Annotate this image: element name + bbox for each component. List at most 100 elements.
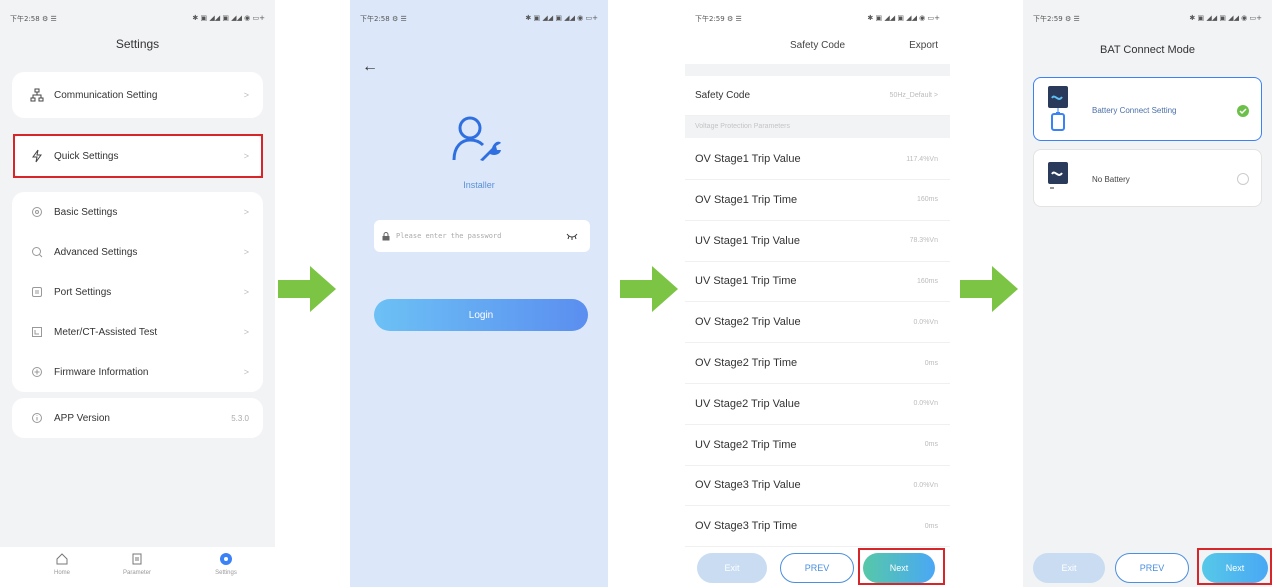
status-bar: 下午2:59 ⚙ ☰ ✱ ▣ ◢◢ ▣ ◢◢ ◉ ▭+	[695, 14, 940, 24]
highlight-box	[13, 134, 263, 178]
basic-settings-item[interactable]: Basic Settings >	[12, 192, 263, 232]
chevron-right-icon: >	[243, 207, 249, 217]
safety-code-value: 50Hz_Default >	[889, 92, 938, 99]
safety-code-screen: 下午2:59 ⚙ ☰ ✱ ▣ ◢◢ ▣ ◢◢ ◉ ▭+ Safety Code …	[685, 0, 950, 587]
gear-icon	[30, 205, 44, 219]
page-title: Settings	[115, 37, 160, 51]
no-battery-option[interactable]: No Battery	[1033, 149, 1262, 207]
chevron-right-icon: >	[243, 367, 249, 377]
parameter-row[interactable]: UV Stage2 Trip Value 0.0%Vn	[685, 384, 950, 425]
parameter-label: OV Stage3 Trip Time	[695, 520, 798, 533]
firmware-information-label: Firmware Information	[54, 366, 149, 378]
tab-parameter[interactable]: Parameter	[107, 551, 167, 576]
advanced-settings-label: Advanced Settings	[54, 246, 138, 258]
exit-button[interactable]: Exit	[1033, 553, 1105, 583]
status-time: 下午2:59 ⚙ ☰	[1033, 15, 1080, 23]
settings-active-icon	[220, 553, 232, 565]
flow-arrow-icon	[278, 266, 336, 312]
network-icon	[30, 88, 44, 102]
communication-setting-label: Communication Setting	[54, 89, 158, 101]
parameter-row[interactable]: UV Stage1 Trip Value 78.3%Vn	[685, 221, 950, 262]
safety-code-label: Safety Code	[695, 90, 751, 101]
chevron-right-icon: >	[243, 247, 249, 257]
parameter-row[interactable]: OV Stage3 Trip Value 0.0%Vn	[685, 465, 950, 507]
tab-settings[interactable]: Settings	[196, 551, 256, 576]
parameter-row[interactable]: OV Stage3 Trip Time 0ms	[685, 506, 950, 548]
parameter-row[interactable]: UV Stage2 Trip Time 0ms	[685, 425, 950, 466]
password-field[interactable]: Please enter the password	[374, 220, 590, 252]
parameter-label: UV Stage1 Trip Value	[695, 234, 800, 247]
home-icon	[56, 553, 68, 565]
section-title: Voltage Protection Parameters	[695, 123, 790, 130]
parameter-row[interactable]: OV Stage1 Trip Value 117.4%Vn	[685, 139, 950, 180]
parameter-value: 117.4%Vn	[906, 155, 938, 163]
exit-button[interactable]: Exit	[697, 553, 767, 583]
port-settings-label: Port Settings	[54, 286, 112, 298]
export-button[interactable]: Export	[909, 40, 938, 51]
login-button[interactable]: Login	[374, 299, 588, 331]
eye-closed-icon[interactable]	[566, 232, 578, 240]
radio-unchecked-icon	[1237, 173, 1249, 185]
parameter-label: UV Stage2 Trip Time	[695, 438, 797, 451]
port-settings-item[interactable]: Port Settings >	[12, 272, 263, 312]
parameter-row[interactable]: UV Stage1 Trip Time 160ms	[685, 261, 950, 303]
parameter-value: 160ms	[916, 277, 938, 285]
app-version-label: APP Version	[54, 412, 110, 424]
parameter-row[interactable]: OV Stage2 Trip Time 0ms	[685, 343, 950, 384]
chevron-right-icon: >	[243, 287, 249, 297]
bat-connect-mode-screen: 下午2:59 ⚙ ☰ ✱ ▣ ◢◢ ▣ ◢◢ ◉ ▭+ BAT Connect …	[1023, 0, 1272, 587]
parameter-label: UV Stage1 Trip Time	[695, 275, 797, 288]
prev-button[interactable]: PREV	[1115, 553, 1189, 583]
section-header: Voltage Protection Parameters	[685, 116, 950, 138]
back-arrow-icon[interactable]: ←	[362, 58, 378, 76]
battery-connect-label: Battery Connect Setting	[1092, 106, 1177, 115]
info-icon	[30, 411, 44, 425]
status-icons: ✱ ▣ ◢◢ ▣ ◢◢ ◉ ▭+	[1189, 14, 1262, 22]
login-screen: 下午2:58 ⚙ ☰ ✱ ▣ ◢◢ ▣ ◢◢ ◉ ▭+ ← Installer …	[350, 0, 608, 587]
app-version-value: 5.3.0	[231, 413, 249, 423]
communication-setting-item[interactable]: Communication Setting >	[12, 75, 263, 115]
parameter-value: 0.0%Vn	[913, 400, 938, 408]
parameter-label: OV Stage1 Trip Value	[695, 153, 801, 165]
port-icon	[30, 285, 44, 299]
highlight-box	[1197, 548, 1272, 585]
status-icons: ✱ ▣ ◢◢ ▣ ◢◢ ◉ ▭+	[867, 14, 940, 22]
communication-card: Communication Setting >	[12, 72, 263, 118]
status-time: 下午2:59 ⚙ ☰	[695, 15, 742, 23]
settings-screen: 下午2:58 ⚙ ☰ ✱ ▣ ◢◢ ▣ ◢◢ ◉ ▭+ Settings Com…	[0, 0, 275, 587]
parameter-value: 0.0%Vn	[913, 481, 938, 489]
prev-button[interactable]: PREV	[780, 553, 854, 583]
page-title: BAT Connect Mode	[1100, 44, 1195, 56]
status-bar: 下午2:59 ⚙ ☰ ✱ ▣ ◢◢ ▣ ◢◢ ◉ ▭+	[1033, 14, 1262, 24]
no-battery-label: No Battery	[1092, 175, 1130, 184]
parameter-value: 0ms	[924, 441, 938, 449]
meter-ct-test-item[interactable]: Meter/CT-Assisted Test >	[12, 312, 263, 352]
advanced-settings-item[interactable]: Advanced Settings >	[12, 232, 263, 272]
parameter-label: OV Stage3 Trip Value	[695, 479, 801, 492]
firmware-information-item[interactable]: Firmware Information >	[12, 352, 263, 392]
parameter-row[interactable]: OV Stage2 Trip Value 0.0%Vn	[685, 302, 950, 344]
parameter-value: 0ms	[924, 359, 938, 367]
parameter-row[interactable]: OV Stage1 Trip Time 160ms	[685, 180, 950, 221]
status-bar: 下午2:58 ⚙ ☰ ✱ ▣ ◢◢ ▣ ◢◢ ◉ ▭+	[360, 14, 598, 24]
chevron-right-icon: >	[243, 90, 249, 100]
parameter-value: 78.3%Vn	[909, 237, 938, 245]
battery-connect-option[interactable]: Battery Connect Setting	[1033, 77, 1262, 141]
check-circle-icon	[1237, 105, 1249, 117]
app-version-card: APP Version 5.3.0	[12, 398, 263, 438]
parameter-label: OV Stage2 Trip Value	[695, 316, 801, 329]
highlight-box	[858, 548, 945, 585]
meter-ct-test-label: Meter/CT-Assisted Test	[54, 326, 158, 338]
safety-code-item[interactable]: Safety Code 50Hz_Default >	[685, 76, 950, 116]
inverter-battery-icon	[1048, 86, 1068, 131]
flow-arrow-icon	[620, 266, 678, 312]
tab-home[interactable]: Home	[32, 551, 92, 576]
bottom-tab-bar: Home Parameter Settings	[0, 547, 275, 587]
parameter-value: 0.0%Vn	[913, 318, 938, 326]
divider	[685, 64, 950, 76]
parameter-value: 160ms	[916, 196, 938, 204]
document-icon	[132, 553, 142, 565]
status-icons: ✱ ▣ ◢◢ ▣ ◢◢ ◉ ▭+	[192, 14, 265, 22]
parameter-value: 0ms	[924, 522, 938, 530]
flow-arrow-icon	[960, 266, 1018, 312]
